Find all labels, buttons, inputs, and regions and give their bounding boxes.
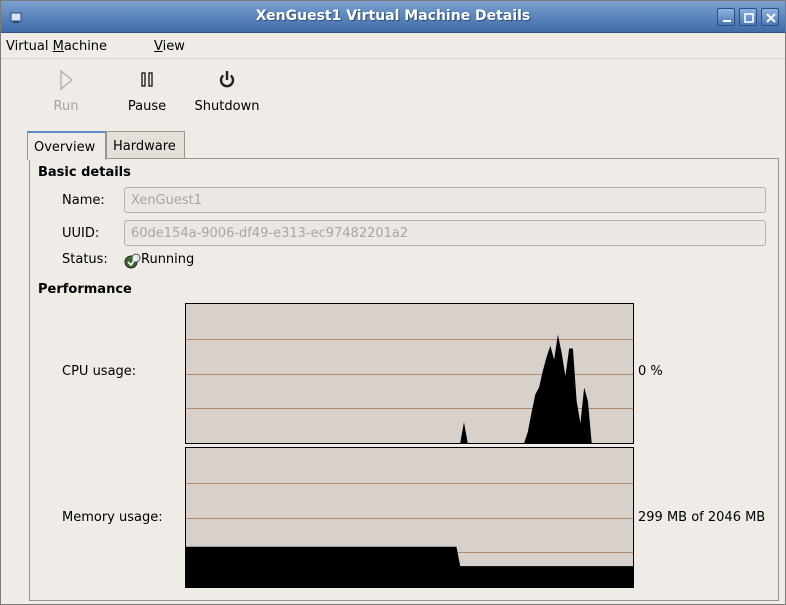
shutdown-label: Shutdown [194,99,260,114]
close-icon [766,13,776,23]
menu-view-mnemonic: V [154,39,163,54]
minimize-icon [723,20,731,22]
minimize-button[interactable] [717,8,735,26]
basic-details-heading: Basic details [38,165,131,180]
cpu-usage-area [186,334,633,443]
memory-usage-label: Memory usage: [62,510,163,525]
menu-view-suffix: iew [162,39,185,54]
cpu-usage-label: CPU usage: [62,364,137,379]
menu-bar: Virtual Machine View [1,33,785,59]
uuid-field[interactable]: 60de154a-9006-df49-e313-ec97482201a2 [124,220,766,246]
maximize-icon [744,13,754,23]
uuid-label: UUID: [62,226,100,241]
pause-icon [141,72,153,87]
close-button[interactable] [761,8,779,26]
memory-usage-value: 299 MB of 2046 MB [638,510,766,525]
title-bar[interactable]: XenGuest1 Virtual Machine Details [1,1,785,33]
running-status-icon [124,253,141,269]
tab-overview[interactable]: Overview [27,131,106,160]
window-title: XenGuest1 Virtual Machine Details [255,8,531,24]
shutdown-button[interactable]: Shutdown [191,67,263,114]
performance-heading: Performance [38,282,132,297]
play-icon [60,69,74,91]
pause-button[interactable]: Pause [125,67,169,114]
menu-view[interactable]: View [154,39,185,54]
menu-virtual-machine-prefix: Virtual [6,39,53,54]
tab-overview-label: Overview [34,140,96,155]
menu-virtual-machine[interactable]: Virtual Machine [6,39,107,54]
overview-panel: Basic details Name: XenGuest1 UUID: 60de… [29,158,779,601]
maximize-button[interactable] [739,8,757,26]
cpu-usage-graph [185,303,634,444]
run-button[interactable]: Run [49,67,83,114]
name-field[interactable]: XenGuest1 [124,187,766,213]
status-value: Running [141,252,195,267]
menu-virtual-machine-mnemonic: M [52,39,64,54]
menu-virtual-machine-suffix: achine [63,39,108,54]
power-icon [219,71,235,88]
memory-usage-graph-plot [186,483,633,587]
run-label: Run [53,99,79,114]
name-label: Name: [62,193,105,208]
memory-usage-graph [185,447,634,588]
cpu-usage-value: 0 % [638,364,663,379]
tab-hardware[interactable]: Hardware [106,131,185,159]
cpu-usage-graph-plot [186,334,633,443]
status-label: Status: [62,252,108,267]
tab-hardware-label: Hardware [113,139,176,154]
toolbar: Run Pause Shutdown [1,59,785,123]
vm-details-window: XenGuest1 Virtual Machine Details Virtua… [0,0,786,605]
pause-label: Pause [127,99,167,114]
